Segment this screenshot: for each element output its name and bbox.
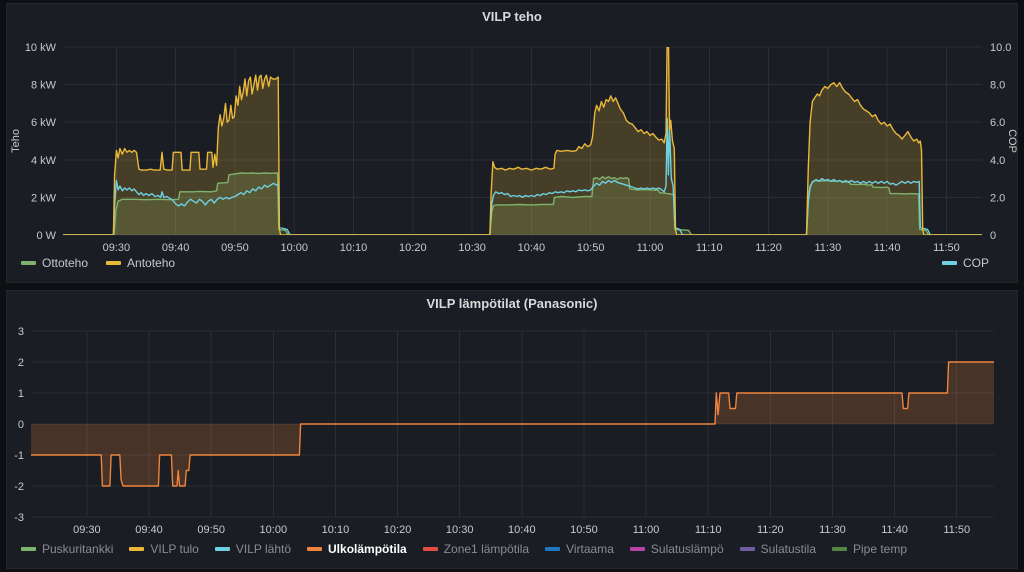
svg-text:10:00: 10:00	[280, 242, 308, 254]
svg-text:09:50: 09:50	[221, 242, 249, 254]
panel-title[interactable]: VILP teho	[7, 4, 1017, 30]
legend-item-sulatustila[interactable]: Sulatustila	[740, 542, 816, 556]
svg-text:10.0: 10.0	[990, 42, 1011, 54]
legend-label: Zone1 lämpötila	[444, 542, 529, 556]
svg-text:10:50: 10:50	[577, 242, 605, 254]
left-axis-title: Teho	[10, 129, 22, 153]
svg-text:11:40: 11:40	[881, 524, 908, 536]
svg-text:0: 0	[990, 230, 996, 242]
svg-text:11:50: 11:50	[933, 242, 960, 254]
teho-chart[interactable]: 0 W 2 kW 4 kW 6 kW 8 kW 10 kW 0 2.0 4.0 6.0 8.0 10.…	[7, 30, 1017, 282]
svg-text:09:50: 09:50	[197, 524, 225, 536]
svg-text:11:00: 11:00	[637, 242, 664, 254]
legend-item-zone1-l-mp-tila[interactable]: Zone1 lämpötila	[423, 542, 529, 556]
svg-text:2: 2	[18, 357, 24, 369]
legend-item-antoteho[interactable]: Antoteho	[106, 256, 175, 270]
svg-text:11:20: 11:20	[755, 242, 782, 254]
svg-text:2 kW: 2 kW	[31, 192, 57, 204]
svg-text:10:30: 10:30	[446, 524, 474, 536]
lampotilat-chart[interactable]: -3 -2 -1 0 1 2 3 09:30 09:40 09:50 10:00 10:10 10:20…	[7, 317, 1017, 569]
dashboard: VILP teho 0 W 2 kW 4 kW 6 kW 8 kW 10 kW 0 2.0 4.…	[0, 0, 1024, 572]
svg-text:09:30: 09:30	[103, 242, 131, 254]
legend-swatch	[832, 547, 847, 551]
legend-label: Puskuritankki	[42, 542, 113, 556]
legend-label: Sulatuslämpö	[651, 542, 724, 556]
legend-swatch	[630, 547, 645, 551]
svg-text:09:40: 09:40	[135, 524, 163, 536]
svg-text:0 W: 0 W	[36, 230, 56, 242]
panel-vilp-lampotilat: VILP lämpötilat (Panasonic) -3 -2 -1 0 1 2 3 09…	[6, 290, 1018, 569]
legend-item-virtaama[interactable]: Virtaama	[545, 542, 614, 556]
svg-text:10:10: 10:10	[322, 524, 350, 536]
svg-text:09:30: 09:30	[73, 524, 101, 536]
legend-item-ulkol-mp-tila[interactable]: Ulkolämpötila	[307, 542, 407, 556]
svg-text:-3: -3	[14, 512, 24, 524]
svg-text:4.0: 4.0	[990, 155, 1005, 167]
svg-text:2.0: 2.0	[990, 192, 1005, 204]
svg-text:11:10: 11:10	[696, 242, 723, 254]
svg-text:6.0: 6.0	[990, 117, 1005, 129]
legend-label: Pipe temp	[853, 542, 907, 556]
legend-label: COP	[963, 256, 989, 270]
svg-text:1: 1	[18, 388, 24, 400]
svg-text:11:10: 11:10	[695, 524, 722, 536]
legend-label: VILP lähtö	[236, 542, 291, 556]
svg-text:10:40: 10:40	[518, 242, 546, 254]
legend-label: Virtaama	[566, 542, 614, 556]
svg-text:10:30: 10:30	[458, 242, 486, 254]
svg-text:4 kW: 4 kW	[31, 155, 57, 167]
legend-item-ottoteho[interactable]: Ottoteho	[21, 256, 88, 270]
svg-text:11:50: 11:50	[943, 524, 970, 536]
right-axis-title: COP	[1006, 129, 1017, 153]
legend-swatch	[215, 547, 230, 551]
svg-text:09:40: 09:40	[162, 242, 190, 254]
legend-item-cop[interactable]: COP	[942, 256, 989, 270]
svg-text:11:00: 11:00	[633, 524, 660, 536]
svg-text:10:00: 10:00	[260, 524, 288, 536]
legend-swatch	[106, 261, 121, 265]
panel-title[interactable]: VILP lämpötilat (Panasonic)	[7, 291, 1017, 317]
legend-swatch	[129, 547, 144, 551]
legend-label: Ulkolämpötila	[328, 542, 407, 556]
legend-label: VILP tulo	[150, 542, 198, 556]
svg-text:11:40: 11:40	[874, 242, 901, 254]
svg-text:10:20: 10:20	[399, 242, 427, 254]
legend-item-pipe-temp[interactable]: Pipe temp	[832, 542, 907, 556]
svg-text:10 kW: 10 kW	[25, 42, 57, 54]
svg-text:0: 0	[18, 419, 24, 431]
teho-legend-left: Ottoteho Antoteho	[21, 256, 175, 270]
svg-text:10:40: 10:40	[508, 524, 536, 536]
legend-swatch	[942, 261, 957, 265]
legend-label: Antoteho	[127, 256, 175, 270]
svg-text:6 kW: 6 kW	[31, 117, 57, 129]
legend-item-sulatusl-mp-[interactable]: Sulatuslämpö	[630, 542, 724, 556]
svg-text:-1: -1	[14, 450, 24, 462]
svg-text:10:20: 10:20	[384, 524, 412, 536]
legend-swatch	[545, 547, 560, 551]
svg-text:10:50: 10:50	[570, 524, 598, 536]
lampotilat-legend: Puskuritankki VILP tulo VILP lähtö Ulkolämp…	[21, 542, 907, 556]
legend-swatch	[740, 547, 755, 551]
svg-text:-2: -2	[14, 481, 24, 493]
legend-item-vilp-l-ht-[interactable]: VILP lähtö	[215, 542, 291, 556]
svg-text:11:30: 11:30	[819, 524, 846, 536]
panel-vilp-teho: VILP teho 0 W 2 kW 4 kW 6 kW 8 kW 10 kW 0 2.0 4.…	[6, 3, 1018, 283]
svg-text:11:20: 11:20	[757, 524, 784, 536]
svg-text:8.0: 8.0	[990, 80, 1005, 92]
teho-legend-right: COP	[942, 256, 989, 270]
legend-label: Sulatustila	[761, 542, 816, 556]
svg-text:10:10: 10:10	[340, 242, 368, 254]
svg-text:11:30: 11:30	[814, 242, 841, 254]
legend-item-vilp-tulo[interactable]: VILP tulo	[129, 542, 198, 556]
legend-swatch	[423, 547, 438, 551]
legend-swatch	[21, 547, 36, 551]
svg-text:8 kW: 8 kW	[31, 80, 57, 92]
legend-swatch	[307, 547, 322, 551]
legend-swatch	[21, 261, 36, 265]
svg-text:3: 3	[18, 326, 24, 338]
legend-item-puskuritankki[interactable]: Puskuritankki	[21, 542, 113, 556]
legend-label: Ottoteho	[42, 256, 88, 270]
